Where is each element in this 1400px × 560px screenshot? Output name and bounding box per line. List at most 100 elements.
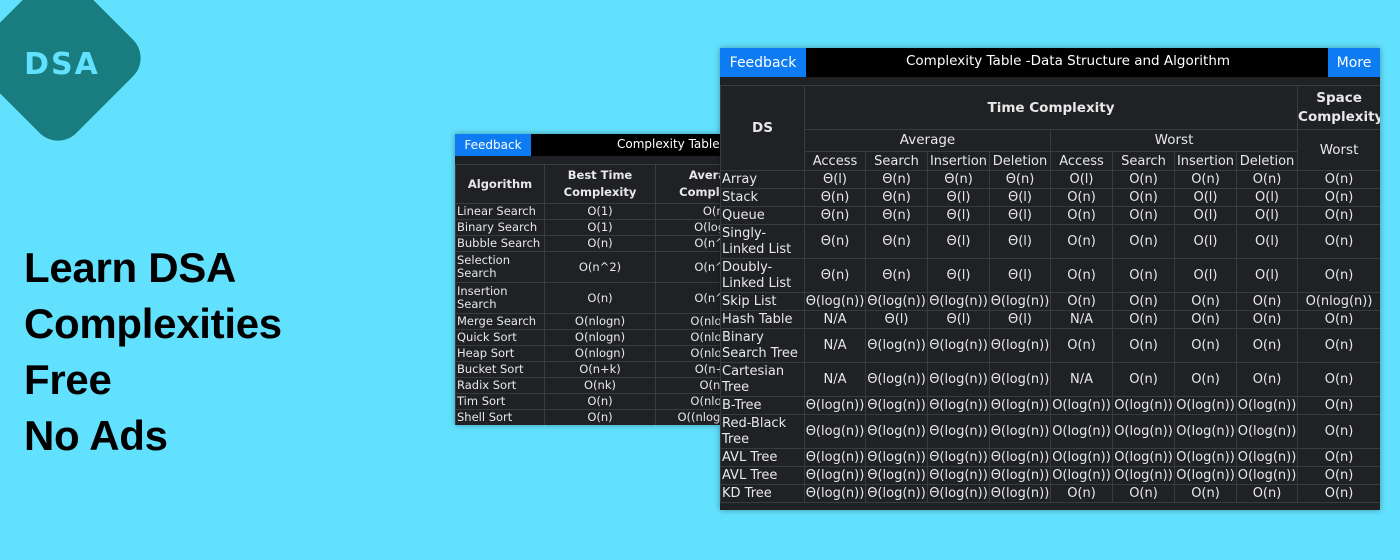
complexity-cell: O(n) xyxy=(1050,224,1113,259)
complexity-cell: Θ(log(n)) xyxy=(989,362,1051,397)
table-row: Shell SortO(n)O((nlogn)^2) xyxy=(455,409,720,425)
complexity-cell: Θ(log(n)) xyxy=(865,484,928,503)
data-structure-name: Hash Table xyxy=(720,310,805,329)
more-button[interactable]: More xyxy=(1328,48,1380,77)
data-structure-name: Singly-Linked List xyxy=(720,224,805,259)
complexity-cell: O(n) xyxy=(1112,292,1175,311)
complexity-cell: N/A xyxy=(804,362,866,397)
table-row: Linear SearchO(1)O(n) xyxy=(455,203,720,220)
headline-line-1: Learn DSA xyxy=(24,244,237,291)
complexity-cell: O(n) xyxy=(1297,188,1380,207)
table-row: Merge SearchO(nlogn)O(nlogn) xyxy=(455,313,720,330)
complexity-cell: Θ(n) xyxy=(804,258,866,293)
data-structure-complexity-table: DS Time Complexity Space Complexity Aver… xyxy=(720,85,1380,503)
table-row: Binary Search Tree N/A Θ(log(n)) Θ(log(n)) Θ… xyxy=(720,328,1380,363)
complexity-cell: Θ(n) xyxy=(865,206,928,225)
table-row: AVL Tree Θ(log(n)) Θ(log(n)) Θ(log(n)) Θ(log… xyxy=(720,466,1380,485)
algorithm-name: Quick Sort xyxy=(455,329,545,346)
complexity-cell: Θ(log(n)) xyxy=(927,414,990,449)
table-row: Heap SortO(nlogn)O(nlogn) xyxy=(455,345,720,362)
complexity-cell: Θ(log(n)) xyxy=(989,328,1051,363)
complexity-cell: O(log(n)) xyxy=(1050,448,1113,467)
data-structure-name: Skip List xyxy=(720,292,805,311)
complexity-cell: O(n) xyxy=(1174,292,1237,311)
complexity-cell: O(l) xyxy=(1174,224,1237,259)
table-row: Red-Black Tree Θ(log(n)) Θ(log(n)) Θ(log(n)… xyxy=(720,414,1380,449)
algorithm-name: Insertion Search xyxy=(455,282,545,314)
table-row: Insertion SearchO(n)O(n^2) xyxy=(455,282,720,314)
complexity-cell: Θ(l) xyxy=(989,258,1051,293)
complexity-cell: O(n) xyxy=(1235,484,1299,503)
complexity-cell: Θ(log(n)) xyxy=(865,396,928,415)
complexity-cell: O(n^2) xyxy=(544,251,656,283)
complexity-cell: O(n) xyxy=(544,409,656,425)
complexity-cell: Θ(l) xyxy=(927,310,990,329)
complexity-cell: O(n) xyxy=(1235,170,1299,189)
complexity-cell: Θ(log(n)) xyxy=(865,292,928,311)
complexity-cell: Θ(log(n)) xyxy=(804,414,866,449)
complexity-cell: O(l) xyxy=(1050,170,1113,189)
complexity-cell: O(n) xyxy=(1297,396,1380,415)
complexity-cell: Θ(l) xyxy=(927,258,990,293)
operation-header: Access xyxy=(804,151,866,171)
complexity-cell: O(n) xyxy=(1297,206,1380,225)
complexity-cell: N/A xyxy=(1050,310,1113,329)
table-row: KD Tree Θ(log(n)) Θ(log(n)) Θ(log(n)) Θ(log(… xyxy=(720,484,1380,503)
complexity-cell: O(n) xyxy=(1174,328,1237,363)
complexity-cell: Θ(log(n)) xyxy=(989,414,1051,449)
table-row: Stack Θ(n) Θ(n) Θ(l) Θ(l) O(n) O(n) O(l) O(l) O(n… xyxy=(720,188,1380,207)
algorithm-name: Bubble Search xyxy=(455,235,545,252)
algorithm-name: Bucket Sort xyxy=(455,361,545,378)
front-window-title: Complexity Table -Data Structure and Alg… xyxy=(906,53,1231,69)
complexity-cell: Θ(log(n)) xyxy=(865,448,928,467)
complexity-cell: O(n) xyxy=(1050,292,1113,311)
feedback-button[interactable]: Feedback xyxy=(720,48,806,77)
complexity-cell: O(n^2) xyxy=(655,282,720,314)
complexity-cell: Θ(log(n)) xyxy=(927,328,990,363)
complexity-cell: O(nlogn) xyxy=(544,329,656,346)
complexity-cell: O(1) xyxy=(544,219,656,236)
complexity-cell: N/A xyxy=(804,310,866,329)
complexity-cell: O(n) xyxy=(1297,362,1380,397)
complexity-cell: O(log(n)) xyxy=(1235,396,1299,415)
complexity-cell: Θ(l) xyxy=(989,188,1051,207)
back-feedback-button[interactable]: Feedback xyxy=(455,134,531,156)
column-header-ds: DS xyxy=(720,85,805,171)
complexity-cell: O(log(n)) xyxy=(1050,414,1113,449)
complexity-cell: O(n) xyxy=(1112,224,1175,259)
column-header-average: Average Complexity xyxy=(655,164,720,204)
complexity-cell: Θ(log(n)) xyxy=(804,396,866,415)
complexity-cell: Θ(log(n)) xyxy=(927,448,990,467)
complexity-cell: O(n) xyxy=(1112,206,1175,225)
complexity-cell: O(n) xyxy=(1297,224,1380,259)
complexity-cell: O(l) xyxy=(1235,188,1299,207)
operation-header: Insertion xyxy=(927,151,990,171)
app-logo: DSA xyxy=(0,0,146,146)
logo-text: DSA xyxy=(24,47,100,82)
complexity-cell: Θ(n) xyxy=(927,170,990,189)
subheader-space-worst: Worst xyxy=(1297,129,1380,171)
headline-line-2: Complexities xyxy=(24,300,282,347)
complexity-cell: Θ(n) xyxy=(865,188,928,207)
complexity-cell: O(n) xyxy=(1297,258,1380,293)
table-row: Queue Θ(n) Θ(n) Θ(l) Θ(l) O(n) O(n) O(l) O(l) O(n… xyxy=(720,206,1380,225)
complexity-cell: O(nk) xyxy=(544,377,656,394)
complexity-cell: O(log(n)) xyxy=(1235,466,1299,485)
complexity-cell: O(log(n)) xyxy=(1174,466,1237,485)
complexity-cell: Θ(log(n)) xyxy=(989,396,1051,415)
complexity-cell: Θ(log(n)) xyxy=(989,466,1051,485)
column-header-space-complexity: Space Complexity xyxy=(1297,85,1380,130)
complexity-cell: O(n) xyxy=(1235,310,1299,329)
complexity-cell: Θ(log(n)) xyxy=(804,292,866,311)
complexity-cell: O(n) xyxy=(1297,170,1380,189)
complexity-cell: O(log(n)) xyxy=(1174,396,1237,415)
complexity-cell: O(1) xyxy=(544,203,656,220)
complexity-cell: O(n) xyxy=(1112,484,1175,503)
table-row: Singly-Linked List Θ(n) Θ(n) Θ(l) Θ(l) O(n) O(… xyxy=(720,224,1380,259)
back-window-titlebar: Feedback Complexity Table xyxy=(455,134,720,156)
complexity-cell: O(n^2) xyxy=(655,235,720,252)
data-structure-name: Binary Search Tree xyxy=(720,328,805,363)
headline-line-3: Free xyxy=(24,356,112,403)
operation-header: Search xyxy=(865,151,928,171)
data-structure-name: B-Tree xyxy=(720,396,805,415)
